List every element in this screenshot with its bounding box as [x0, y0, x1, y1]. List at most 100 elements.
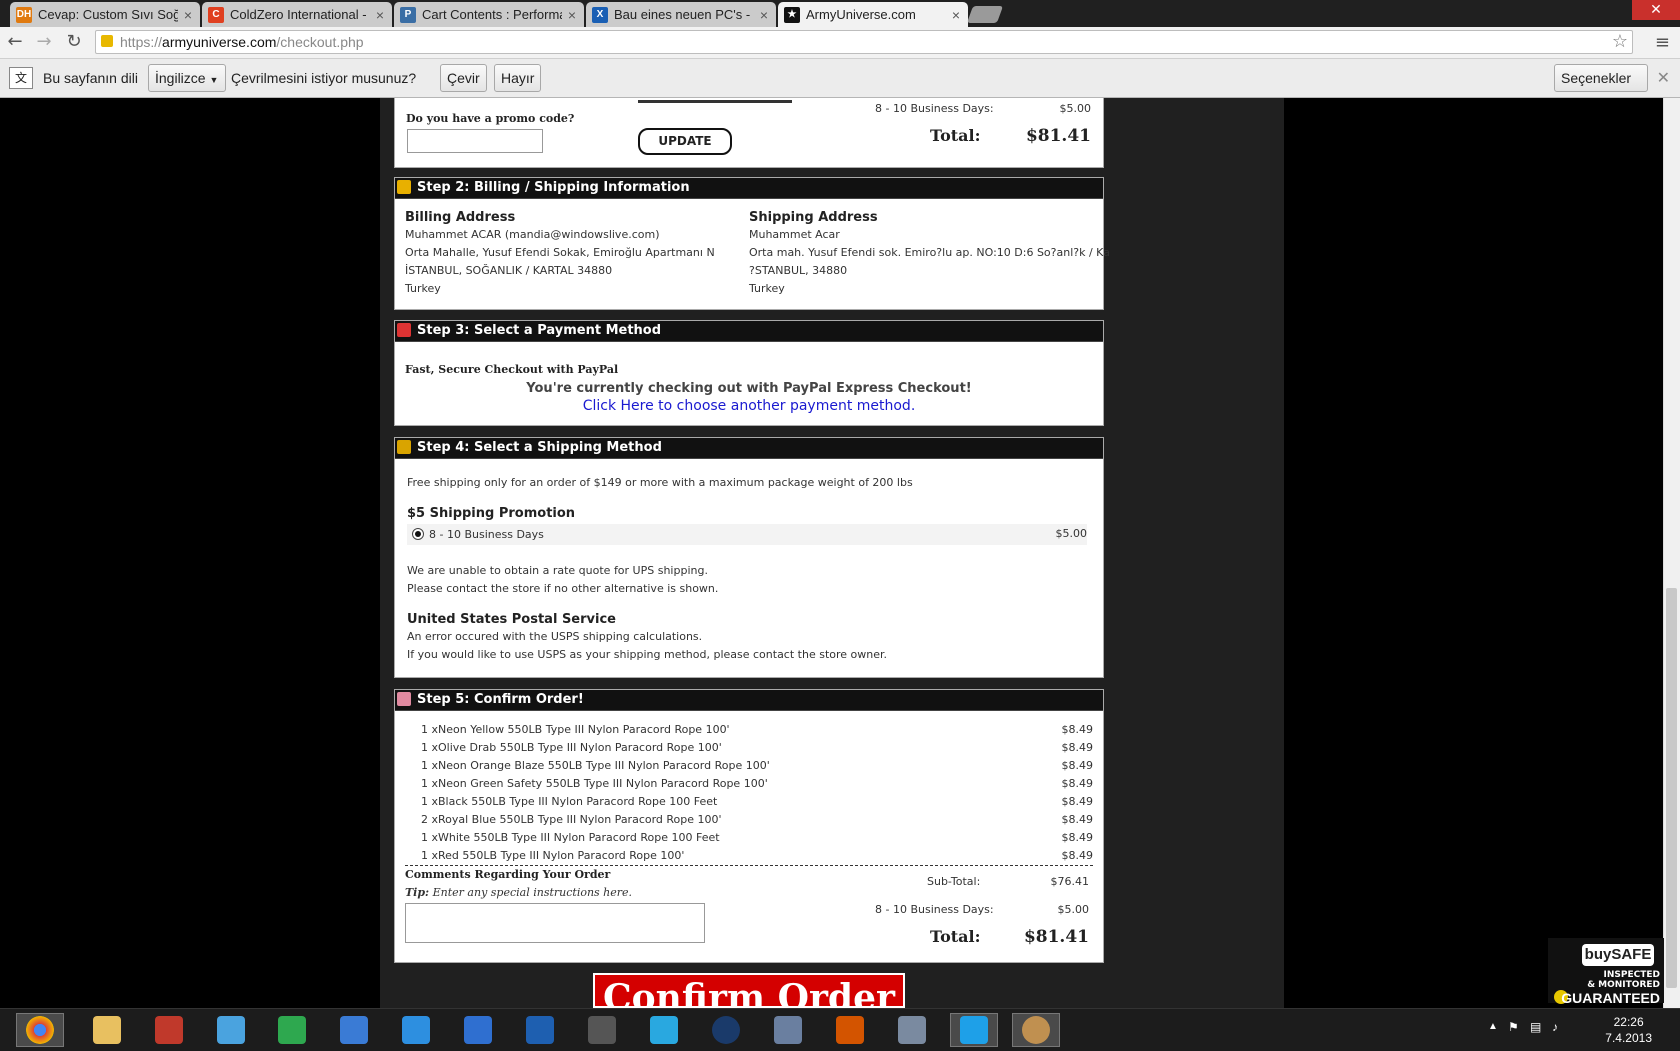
tab-favicon: ★: [784, 6, 800, 23]
confirm-order-button[interactable]: Confirm Order: [593, 973, 905, 1008]
tab-title: ArmyUniverse.com: [806, 7, 916, 22]
shipping-option-label: 8 - 10 Business Days: [429, 528, 544, 541]
change-payment-link[interactable]: Click Here to choose another payment met…: [395, 398, 1103, 414]
show-hidden-icons-icon[interactable]: ▲: [1488, 1021, 1498, 1032]
back-icon[interactable]: ←: [4, 31, 26, 53]
shipping-price: $5.00: [1059, 102, 1092, 115]
close-icon[interactable]: ×: [376, 7, 384, 23]
shipping-radio[interactable]: [412, 528, 424, 540]
order-item-price: $8.49: [1061, 849, 1094, 862]
ups-line-1: We are unable to obtain a rate quote for…: [407, 564, 708, 577]
subtotal-value: $76.41: [1050, 875, 1090, 888]
total-value: $81.41: [1025, 126, 1091, 146]
step3-title: Step 3: Select a Payment Method: [417, 323, 662, 338]
menu-icon[interactable]: ≡: [1655, 32, 1670, 53]
translate-icon: 文: [9, 67, 33, 89]
scrollbar-thumb[interactable]: [1666, 588, 1677, 988]
step3-box: Step 3: Select a Payment Method Fast, Se…: [394, 320, 1104, 426]
browser-tab-active[interactable]: ★ ArmyUniverse.com ×: [778, 2, 968, 27]
sync-icon[interactable]: [392, 1013, 440, 1047]
no-translate-button[interactable]: Hayır: [494, 64, 542, 92]
palette-icon[interactable]: [1012, 1013, 1060, 1047]
step4-box: Step 4: Select a Shipping Method Free sh…: [394, 437, 1104, 678]
tab-title: Cevap: Custom Sıvı Soğut: [38, 7, 178, 22]
step2-title: Step 2: Billing / Shipping Information: [417, 180, 690, 195]
lock-warning-icon[interactable]: [101, 35, 113, 47]
taskbar: ▲ ⚑ ▤ ♪ 22:26 7.4.2013: [0, 1008, 1680, 1051]
browser-tab-4[interactable]: X Bau eines neuen PC's - E7 ×: [586, 2, 776, 27]
close-icon[interactable]: ×: [568, 7, 576, 23]
snowflake-icon[interactable]: [640, 1013, 688, 1047]
volume-icon[interactable]: ♪: [1552, 1020, 1558, 1034]
url-prefix: https://: [120, 34, 163, 50]
tab-title: ColdZero International - C: [230, 7, 370, 22]
order-item: 1 xRed 550LB Type III Nylon Paracord Rop…: [421, 849, 685, 862]
buysafe-line-1: INSPECTED: [1603, 970, 1660, 980]
ccleaner-icon[interactable]: [826, 1013, 874, 1047]
download-icon[interactable]: [950, 1013, 998, 1047]
paint-icon[interactable]: [330, 1013, 378, 1047]
browser-tab-1[interactable]: DH Cevap: Custom Sıvı Soğut ×: [10, 2, 200, 27]
close-icon[interactable]: ×: [760, 7, 768, 23]
messenger-icon[interactable]: [207, 1013, 255, 1047]
order-item: 1 xNeon Orange Blaze 550LB Type III Nylo…: [421, 759, 770, 772]
step4-title: Step 4: Select a Shipping Method: [417, 440, 662, 455]
translate-text-2: Çevrilmesini istiyor musunuz?: [231, 70, 417, 86]
shipping-line: Turkey: [749, 282, 785, 295]
comments-textarea[interactable]: [405, 903, 705, 943]
update-button[interactable]: UPDATE: [638, 128, 732, 155]
language-select[interactable]: İngilizce ▼: [148, 64, 226, 92]
globe-icon[interactable]: [702, 1013, 750, 1047]
msi-icon[interactable]: [578, 1013, 626, 1047]
ups-line-2: Please contact the store if no other alt…: [407, 582, 719, 595]
usps-line-1: An error occured with the USPS shipping …: [407, 630, 703, 643]
usps-line-2: If you would like to use USPS as your sh…: [407, 648, 888, 661]
shipping-option-row[interactable]: 8 - 10 Business Days $5.00: [407, 524, 1087, 545]
billing-address: Muhammet ACAR (mandia@windowslive.com) O…: [405, 226, 715, 298]
options-label: Seçenekler: [1561, 70, 1632, 86]
browser-tab-2[interactable]: C ColdZero International - C ×: [202, 2, 392, 27]
options-button[interactable]: Seçenekler ▼: [1554, 64, 1648, 111]
shipping-label: 8 - 10 Business Days:: [875, 903, 994, 916]
magnet-icon[interactable]: [454, 1013, 502, 1047]
tab-favicon: X: [592, 6, 608, 23]
close-icon[interactable]: ×: [952, 7, 960, 23]
new-tab-button[interactable]: [966, 6, 1004, 23]
clock[interactable]: 22:26 7.4.2013: [1605, 1014, 1652, 1046]
shipping-line: ?STANBUL, 34880: [749, 264, 848, 277]
buysafe-seal[interactable]: buySAFE INSPECTED & MONITORED GUARANTEED: [1548, 938, 1664, 1006]
close-icon[interactable]: ×: [184, 7, 192, 23]
flag-icon[interactable]: ⚑: [1508, 1020, 1519, 1034]
folder-icon[interactable]: [83, 1013, 131, 1047]
step2-header: Step 2: Billing / Shipping Information: [395, 178, 1103, 199]
browser-tab-3[interactable]: P Cart Contents : Performan ×: [394, 2, 584, 27]
subtotal-label: Sub-Total:: [927, 875, 981, 888]
translate-button[interactable]: Çevir: [440, 64, 487, 92]
step3-header: Step 3: Select a Payment Method: [395, 321, 1103, 342]
buysafe-inspected: INSPECTED & MONITORED: [1587, 970, 1660, 990]
address-bar[interactable]: https://armyuniverse.com/checkout.php: [95, 30, 1633, 54]
scrollbar[interactable]: [1663, 98, 1680, 1008]
step2-box: Step 2: Billing / Shipping Information B…: [394, 177, 1110, 310]
network-icon[interactable]: ▤: [1530, 1020, 1541, 1034]
shipping-line: Muhammet Acar: [749, 228, 840, 241]
shipping-title: Shipping Address: [749, 210, 878, 225]
forward-icon[interactable]: →: [33, 31, 55, 53]
app-green-icon[interactable]: [268, 1013, 316, 1047]
live-icon[interactable]: [145, 1013, 193, 1047]
buysafe-logo: buySAFE: [1582, 944, 1654, 966]
chrome-icon[interactable]: [16, 1013, 64, 1047]
close-icon[interactable]: ✕: [1657, 68, 1670, 88]
window-close-button[interactable]: ✕: [1632, 0, 1680, 20]
free-shipping-note: Free shipping only for an order of $149 …: [407, 476, 913, 489]
ufo-icon[interactable]: [764, 1013, 812, 1047]
promo-code-input[interactable]: [407, 129, 543, 153]
reload-icon[interactable]: ↻: [63, 31, 85, 53]
tip-label: Tip:: [405, 886, 430, 899]
step5-header: Step 5: Confirm Order!: [395, 690, 1103, 711]
monitor-icon[interactable]: [516, 1013, 564, 1047]
bookmark-star-icon[interactable]: ☆: [1612, 31, 1628, 52]
calculator-icon[interactable]: [888, 1013, 936, 1047]
paypal-subtitle: Fast, Secure Checkout with PayPal: [405, 363, 619, 376]
order-item-price: $8.49: [1061, 759, 1094, 772]
